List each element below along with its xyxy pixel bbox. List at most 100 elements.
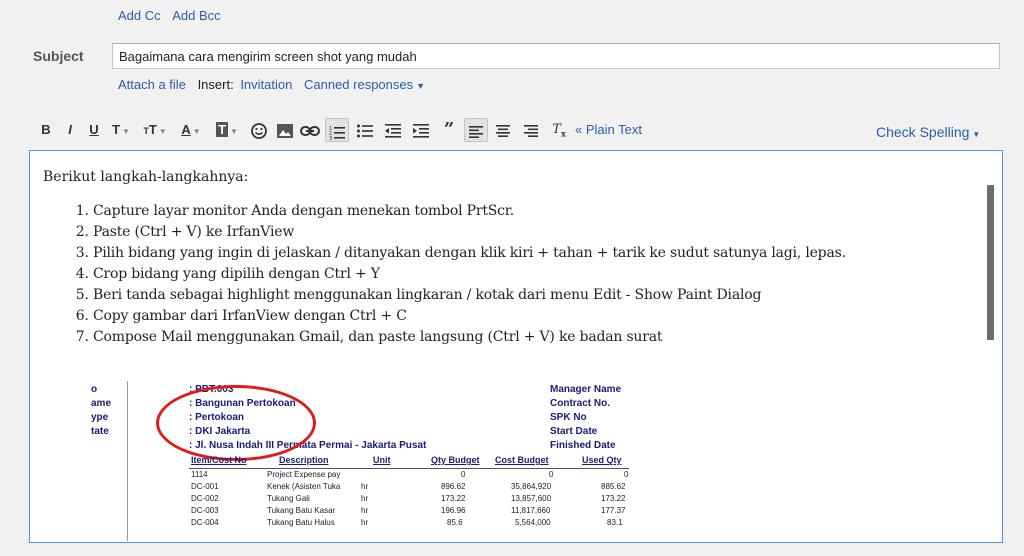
cell: Kenek (Asisten Tuka xyxy=(267,482,341,491)
cell: Project Expense pay xyxy=(267,470,341,479)
cell: hr xyxy=(361,482,369,491)
cell: 0 xyxy=(624,470,629,479)
field-label: o xyxy=(91,384,98,395)
indent-more-icon xyxy=(413,123,429,138)
font-icon: T xyxy=(112,122,121,137)
cell: DC-001 xyxy=(191,482,219,491)
field-label: Finished Date xyxy=(550,440,616,451)
canned-responses-label: Canned responses xyxy=(303,77,414,92)
steps-list: Capture layar monitor Anda dengan meneka… xyxy=(43,201,846,348)
font-size-icon: TT xyxy=(143,122,156,137)
text-color-button[interactable]: A ▼ xyxy=(176,118,206,142)
cell: hr xyxy=(361,518,369,527)
bold-button[interactable]: B xyxy=(38,118,54,142)
bulleted-list-icon xyxy=(357,124,373,138)
list-item: Beri tanda sebagai highlight menggunakan… xyxy=(93,285,846,306)
chevron-down-icon: ▼ xyxy=(230,127,238,136)
column-header: Description xyxy=(279,455,329,465)
smiley-icon xyxy=(251,122,267,139)
cell: 13,857,600 xyxy=(511,494,552,503)
subject-row: Subject xyxy=(0,40,1024,72)
list-item: Paste (Ctrl + V) ke IrfanView xyxy=(93,222,846,243)
add-bcc-link[interactable]: Add Bcc xyxy=(172,8,220,23)
column-header: Cost Budget xyxy=(495,455,549,465)
column-header: Unit xyxy=(373,455,391,465)
clear-format-icon: Tx xyxy=(552,122,566,139)
field-label: SPK No xyxy=(550,412,587,423)
message-content: Berikut langkah-langkahnya: Capture laya… xyxy=(43,169,846,348)
cell: 1114 xyxy=(191,470,208,479)
chevron-down-icon: ▼ xyxy=(416,81,426,91)
divider xyxy=(127,381,128,541)
canned-responses-link[interactable]: Canned responses ▼ xyxy=(304,77,425,92)
font-size-glyph-large: T xyxy=(148,122,157,137)
insert-link-button[interactable] xyxy=(298,118,322,142)
chevron-down-icon: ▼ xyxy=(972,130,981,139)
remove-formatting-button[interactable]: Tx xyxy=(548,118,570,142)
cell: Tukang Gali xyxy=(267,494,310,503)
cell: hr xyxy=(361,494,369,503)
align-center-icon xyxy=(496,124,510,137)
column-header: Qty Budget xyxy=(431,455,480,465)
numbered-list-button[interactable]: 123 xyxy=(325,118,349,142)
align-left-button[interactable] xyxy=(464,118,488,142)
cell: Tukang Batu Halus xyxy=(267,518,335,527)
formatting-toolbar: B I U T ▼ TT ▼ A ▼ T ▼ 123 ” Tx « Plain Text… xyxy=(36,118,996,142)
check-spelling-label: Check Spelling xyxy=(876,124,970,140)
indent-less-button[interactable] xyxy=(382,118,404,142)
add-cc-link[interactable]: Add Cc xyxy=(118,8,161,23)
underline-button[interactable]: U xyxy=(86,118,102,142)
indent-less-icon xyxy=(385,123,401,138)
chevron-down-icon: ▼ xyxy=(122,127,130,136)
font-size-button[interactable]: TT ▼ xyxy=(140,118,170,142)
header-rule xyxy=(189,468,629,469)
cell: 173.22 xyxy=(441,494,466,503)
font-button[interactable]: T ▼ xyxy=(108,118,134,142)
align-left-icon xyxy=(469,125,483,138)
cell: 83.1 xyxy=(607,518,623,527)
invitation-link[interactable]: Invitation xyxy=(240,77,292,92)
quote-icon: ” xyxy=(443,119,455,140)
field-label: Contract No. xyxy=(550,398,610,409)
insert-image-button[interactable] xyxy=(274,118,296,142)
svg-text:3: 3 xyxy=(329,136,332,140)
chevron-down-icon: ▼ xyxy=(158,127,167,136)
column-header: Item/Cost No xyxy=(191,455,247,465)
cell: 177.37 xyxy=(601,506,626,515)
highlight-icon: T xyxy=(216,122,229,137)
list-item: Pilih bidang yang ingin di jelaskan / di… xyxy=(93,243,846,264)
indent-more-button[interactable] xyxy=(410,118,432,142)
cell: Tukang Batu Kasar xyxy=(267,506,336,515)
attach-file-link[interactable]: Attach a file xyxy=(118,77,186,92)
embedded-screenshot: o ame ype tate : PBT.003 : Bangunan Pert… xyxy=(91,381,631,542)
cell: DC-002 xyxy=(191,494,219,503)
highlight-circle xyxy=(156,385,316,461)
italic-button[interactable]: I xyxy=(62,118,78,142)
align-center-button[interactable] xyxy=(492,118,514,142)
editor-scrollbar[interactable] xyxy=(987,185,994,340)
plain-text-link[interactable]: « Plain Text xyxy=(575,118,642,142)
message-body-editor[interactable]: Berikut langkah-langkahnya: Capture laya… xyxy=(29,150,1003,543)
insert-label: Insert: xyxy=(197,77,234,92)
bulleted-list-button[interactable] xyxy=(354,118,376,142)
check-spelling-button[interactable]: Check Spelling ▼ xyxy=(876,120,980,147)
cell: 11,817,660 xyxy=(511,506,551,515)
cell: 0 xyxy=(461,470,466,479)
subject-label: Subject xyxy=(33,48,84,64)
chevron-down-icon: ▼ xyxy=(192,127,201,136)
highlight-color-button[interactable]: T ▼ xyxy=(212,118,242,142)
field-label: ype xyxy=(91,412,109,423)
list-item: Crop bidang yang dipilih dengan Ctrl + Y xyxy=(93,264,846,285)
field-label: Start Date xyxy=(550,426,598,437)
subject-input[interactable] xyxy=(112,43,1000,69)
text-color-icon: A xyxy=(181,122,191,137)
emoticon-button[interactable] xyxy=(248,118,270,142)
cell: DC-003 xyxy=(191,506,219,515)
attach-row: Attach a file Insert: Invitation Canned … xyxy=(118,77,425,92)
field-label: ame xyxy=(91,398,112,409)
cell: 5,564,000 xyxy=(515,518,551,527)
align-right-button[interactable] xyxy=(520,118,542,142)
cell: DC-004 xyxy=(191,518,219,527)
intro-text: Berikut langkah-langkahnya: xyxy=(43,169,249,185)
quote-button[interactable]: ” xyxy=(438,118,460,142)
